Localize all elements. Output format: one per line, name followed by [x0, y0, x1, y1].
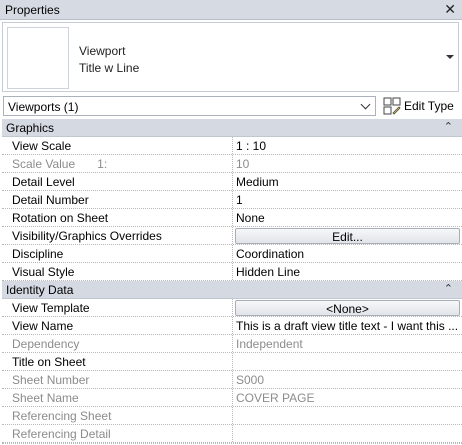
prop-value: Independent: [236, 337, 303, 351]
prop-value[interactable]: Hidden Line: [233, 263, 462, 280]
prop-name-text: Scale Value: [12, 157, 76, 171]
instance-filter-dropdown[interactable]: Viewports (1): [3, 96, 376, 116]
prop-row-title-on-sheet[interactable]: Title on Sheet: [2, 353, 462, 371]
prop-value[interactable]: 1 : 10: [233, 137, 462, 154]
prop-name: Visual Style: [2, 263, 233, 280]
view-template-button[interactable]: <None>: [235, 300, 460, 316]
properties-titlebar: Properties ✕: [0, 0, 462, 20]
prop-value[interactable]: None: [233, 209, 462, 226]
edit-type-label: Edit Type: [404, 99, 454, 113]
properties-grid: Graphics ⌃ View Scale 1 : 10 Scale Value…: [2, 119, 462, 444]
prop-value[interactable]: Coordination: [233, 245, 462, 262]
prop-value: COVER PAGE: [236, 391, 315, 405]
close-icon[interactable]: ✕: [444, 1, 456, 18]
instance-row: Viewports (1) Edit Type: [0, 94, 462, 118]
edit-type-icon: [383, 97, 401, 115]
prop-name: View Name: [2, 317, 233, 334]
prop-value[interactable]: This is a draft view title text - I want…: [233, 317, 462, 334]
prop-row-sheet-name: Sheet Name COVER PAGE: [2, 389, 462, 407]
prop-row-view-scale[interactable]: View Scale 1 : 10: [2, 137, 462, 155]
prop-row-referencing-detail: Referencing Detail: [2, 425, 462, 443]
prop-row-vg-overrides[interactable]: Visibility/Graphics Overrides Edit...: [2, 227, 462, 245]
type-preview-thumbnail: [7, 27, 69, 89]
prop-name: View Scale: [2, 137, 233, 154]
chevron-down-icon: [360, 99, 371, 110]
prop-name: Detail Level: [2, 173, 233, 190]
prop-name: Sheet Name: [2, 389, 233, 406]
instance-filter-value: Viewports (1): [8, 100, 79, 114]
prop-name: Sheet Number: [2, 371, 233, 388]
type-selector[interactable]: Viewport Title w Line: [2, 22, 459, 92]
group-header-identity-data[interactable]: Identity Data ⌃: [2, 281, 462, 299]
collapse-icon[interactable]: ⌃: [444, 120, 453, 133]
group-name: Identity Data: [6, 283, 74, 297]
prop-value: [233, 425, 462, 442]
type-name-label: Title w Line: [79, 61, 140, 75]
prop-row-visual-style[interactable]: Visual Style Hidden Line: [2, 263, 462, 281]
prop-row-scale-value: Scale Value 1: 10: [2, 155, 462, 173]
type-family-label: Viewport: [79, 44, 126, 58]
prop-name: Discipline: [2, 245, 233, 262]
prop-row-dependency: Dependency Independent: [2, 335, 462, 353]
window-title: Properties: [5, 3, 60, 17]
dropdown-arrow-icon[interactable]: [446, 55, 454, 59]
prop-name: Scale Value 1:: [2, 155, 233, 172]
prop-row-detail-number[interactable]: Detail Number 1: [2, 191, 462, 209]
prop-row-referencing-sheet: Referencing Sheet: [2, 407, 462, 425]
prop-value[interactable]: [233, 353, 462, 370]
edit-type-button[interactable]: Edit Type: [383, 96, 459, 116]
prop-row-detail-level[interactable]: Detail Level Medium: [2, 173, 462, 191]
group-header-graphics[interactable]: Graphics ⌃: [2, 119, 462, 137]
prop-value[interactable]: Medium: [233, 173, 462, 190]
prop-name: Title on Sheet: [2, 353, 233, 370]
prop-name: Detail Number: [2, 191, 233, 208]
prop-row-sheet-number: Sheet Number S000: [2, 371, 462, 389]
prop-value: 10: [236, 157, 250, 171]
prop-name: Dependency: [2, 335, 233, 352]
prop-name: Rotation on Sheet: [2, 209, 233, 226]
prop-row-rotation-on-sheet[interactable]: Rotation on Sheet None: [2, 209, 462, 227]
collapse-icon[interactable]: ⌃: [444, 282, 453, 295]
prop-value: [233, 407, 462, 424]
vg-overrides-edit-button[interactable]: Edit...: [235, 228, 460, 244]
prop-name: View Template: [2, 299, 233, 316]
prop-row-view-template[interactable]: View Template <None>: [2, 299, 462, 317]
group-name: Graphics: [6, 121, 55, 135]
prop-value: S000: [236, 373, 265, 387]
prop-unit: 1:: [97, 157, 108, 171]
prop-row-discipline[interactable]: Discipline Coordination: [2, 245, 462, 263]
prop-name: Referencing Detail: [2, 425, 233, 442]
prop-name: Visibility/Graphics Overrides: [2, 227, 233, 244]
prop-row-view-name[interactable]: View Name This is a draft view title tex…: [2, 317, 462, 335]
prop-value[interactable]: 1: [233, 191, 462, 208]
prop-name: Referencing Sheet: [2, 407, 233, 424]
